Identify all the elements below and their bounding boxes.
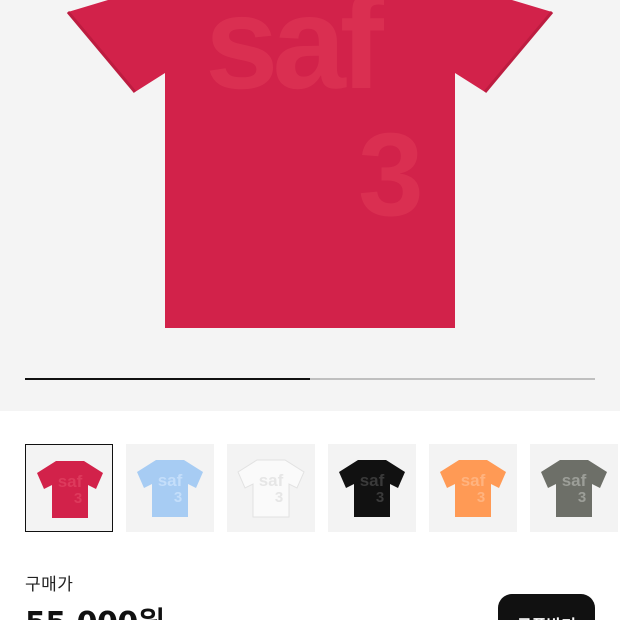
hero-print-number: 3 — [358, 109, 424, 241]
thumbnail-print-text: saf — [158, 471, 183, 490]
thumbnail-print-text: saf — [461, 471, 486, 490]
color-thumbnail-list: saf 3 saf 3 saf 3 saf 3 saf 3 saf 3 — [25, 444, 620, 532]
tshirt-light-blue-icon: saf3 — [137, 460, 203, 517]
price-label: 구매가 — [25, 575, 74, 595]
red-tshirt-image: saf 3 — [66, 0, 554, 328]
tshirt-red-icon: saf3 — [37, 461, 103, 518]
thumbnail-print-text: saf — [562, 471, 587, 490]
color-thumbnail-red[interactable]: saf 3 — [25, 444, 113, 532]
tshirt-gray-icon: saf3 — [541, 460, 607, 517]
get-coupon-button[interactable]: 쿠폰받기 — [498, 594, 595, 620]
color-thumbnail-gray[interactable]: saf 3 — [530, 444, 618, 532]
thumbnail-print-number: 3 — [376, 489, 384, 506]
thumbnail-print-number: 3 — [477, 489, 485, 506]
hero-print-text: saf — [205, 0, 385, 116]
thumbnail-print-text: saf — [360, 471, 385, 490]
product-hero-image[interactable]: saf 3 — [0, 0, 620, 411]
color-thumbnail-white[interactable]: saf 3 — [227, 444, 315, 532]
thumbnail-print-number: 3 — [174, 489, 182, 506]
tshirt-black-icon: saf3 — [339, 460, 405, 517]
price-value: 55,000원 — [25, 598, 165, 620]
gallery-progress-bar — [25, 378, 595, 380]
thumbnail-print-text: saf — [259, 471, 284, 490]
color-thumbnail-black[interactable]: saf 3 — [328, 444, 416, 532]
thumbnail-print-number: 3 — [275, 489, 283, 506]
thumbnail-print-text: saf — [58, 472, 83, 491]
gallery-progress-indicator — [25, 378, 310, 380]
tshirt-orange-icon: saf3 — [440, 460, 506, 517]
thumbnail-print-number: 3 — [74, 490, 82, 507]
thumbnail-print-number: 3 — [578, 489, 586, 506]
color-thumbnail-light-blue[interactable]: saf 3 — [126, 444, 214, 532]
color-thumbnail-orange[interactable]: saf 3 — [429, 444, 517, 532]
tshirt-white-icon: saf3 — [237, 459, 305, 518]
